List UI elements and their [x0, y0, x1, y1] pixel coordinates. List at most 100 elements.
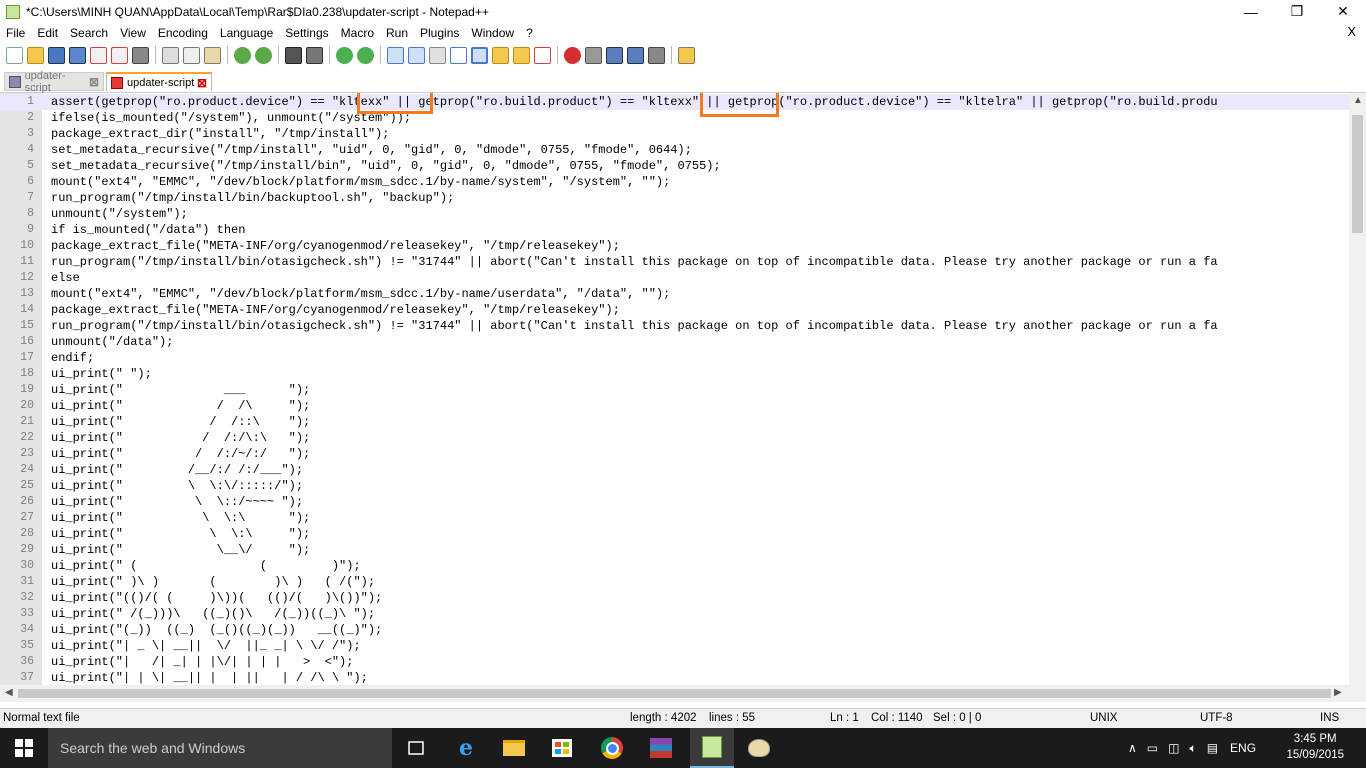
- clock[interactable]: 3:45 PM 15/09/2015: [1286, 731, 1344, 763]
- chrome-icon[interactable]: [598, 734, 626, 762]
- code-line[interactable]: 24 ui_print(" /__/:/ /:/___");: [0, 462, 1350, 478]
- code-line[interactable]: 27 ui_print(" \ \:\ ");: [0, 510, 1350, 526]
- menu-encoding[interactable]: Encoding: [152, 26, 214, 40]
- stop-macro-icon[interactable]: [585, 46, 602, 64]
- print-icon[interactable]: [132, 46, 149, 64]
- network-icon[interactable]: ◫: [1168, 741, 1179, 755]
- code-line[interactable]: 10 package_extract_file("META-INF/org/cya…: [0, 238, 1350, 254]
- code-line[interactable]: 3 package_extract_dir("install", "/tmp/in…: [0, 126, 1350, 142]
- code-line[interactable]: 23 ui_print(" / /:/~/:/ ");: [0, 446, 1350, 462]
- zoom-out-icon[interactable]: [357, 46, 374, 64]
- file-explorer-icon[interactable]: [500, 734, 528, 762]
- indent-guide-icon[interactable]: [471, 46, 488, 64]
- volume-icon[interactable]: 🔈︎: [1189, 741, 1196, 756]
- scroll-up-icon[interactable]: ▲: [1353, 95, 1363, 106]
- code-line[interactable]: 8 unmount("/system");: [0, 206, 1350, 222]
- save-icon[interactable]: [48, 46, 65, 64]
- code-line[interactable]: 15 run_program("/tmp/install/bin/otasigch…: [0, 318, 1350, 334]
- horizontal-scrollbar[interactable]: ◀ ▶: [0, 685, 1366, 702]
- folder-as-workspace-icon[interactable]: [534, 46, 551, 64]
- word-wrap-icon[interactable]: [429, 46, 446, 64]
- menu-search[interactable]: Search: [64, 26, 114, 40]
- function-list-icon[interactable]: [513, 46, 530, 64]
- code-line[interactable]: 22 ui_print(" / /:/\:\ ");: [0, 430, 1350, 446]
- code-line[interactable]: 13 mount("ext4", "EMMC", "/dev/block/plat…: [0, 286, 1350, 302]
- code-line[interactable]: 33 ui_print(" /(_)))\ ((_)()\ /(_))((_)\ …: [0, 606, 1350, 622]
- new-file-icon[interactable]: [6, 46, 23, 64]
- menu-edit[interactable]: Edit: [31, 26, 64, 40]
- code-line[interactable]: 30 ui_print(" ( ( )");: [0, 558, 1350, 574]
- chevron-up-icon[interactable]: ∧: [1128, 741, 1137, 755]
- close-button[interactable]: ✕: [1320, 0, 1366, 23]
- close-all-icon[interactable]: [111, 46, 128, 64]
- record-macro-icon[interactable]: [564, 46, 581, 64]
- vertical-scroll-thumb[interactable]: [1352, 115, 1363, 233]
- task-view-icon[interactable]: [402, 734, 430, 762]
- code-line[interactable]: 12 else: [0, 270, 1350, 286]
- copy-icon[interactable]: [183, 46, 200, 64]
- code-line[interactable]: 5 set_metadata_recursive("/tmp/install/bi…: [0, 158, 1350, 174]
- run-macro-multiple-icon[interactable]: [627, 46, 644, 64]
- code-line[interactable]: 11 run_program("/tmp/install/bin/otasigch…: [0, 254, 1350, 270]
- battery-icon[interactable]: ▭: [1147, 741, 1158, 755]
- zoom-in-icon[interactable]: [336, 46, 353, 64]
- code-line[interactable]: 21 ui_print(" / /::\ ");: [0, 414, 1350, 430]
- code-line[interactable]: 36 ui_print("| /| _| | |\/| | | | > <");: [0, 654, 1350, 670]
- start-button[interactable]: [0, 728, 48, 768]
- code-line[interactable]: 14 package_extract_file("META-INF/org/cya…: [0, 302, 1350, 318]
- sync-horizontal-icon[interactable]: [408, 46, 425, 64]
- winrar-icon[interactable]: [647, 734, 675, 762]
- menu-plugins[interactable]: Plugins: [414, 26, 465, 40]
- code-line[interactable]: 19 ui_print(" ___ ");: [0, 382, 1350, 398]
- minimize-button[interactable]: —: [1228, 0, 1274, 23]
- menu-macro[interactable]: Macro: [335, 26, 380, 40]
- close-file-icon[interactable]: [90, 46, 107, 64]
- code-line[interactable]: 17 endif;: [0, 350, 1350, 366]
- scroll-right-icon[interactable]: ▶: [1334, 687, 1342, 698]
- plugin-icon[interactable]: [678, 46, 695, 64]
- code-line[interactable]: 16 unmount("/data");: [0, 334, 1350, 350]
- redo-icon[interactable]: [255, 46, 272, 64]
- notepadpp-taskbar-icon[interactable]: [690, 728, 734, 768]
- undo-icon[interactable]: [234, 46, 251, 64]
- code-line[interactable]: 1 assert(getprop("ro.product.device") == …: [0, 94, 1350, 110]
- scroll-left-icon[interactable]: ◀: [5, 687, 13, 698]
- menu-language[interactable]: Language: [214, 26, 279, 40]
- tab-updater-script-1[interactable]: updater-script ⊠: [4, 70, 104, 94]
- tab-updater-script-2[interactable]: updater-script ⊠: [106, 72, 212, 91]
- menu-window[interactable]: Window: [465, 26, 520, 40]
- language-indicator[interactable]: ENG: [1230, 741, 1256, 755]
- code-line[interactable]: 37 ui_print("| | \| __|| | | || | / /\ \ …: [0, 670, 1350, 685]
- tab-close-icon[interactable]: ⊠: [89, 75, 99, 89]
- vertical-scrollbar[interactable]: ▲: [1349, 93, 1366, 685]
- code-line[interactable]: 34 ui_print("(_)) ((_) (_()((_)(_)) __((_…: [0, 622, 1350, 638]
- sync-vertical-icon[interactable]: [387, 46, 404, 64]
- paint-icon[interactable]: [745, 734, 773, 762]
- code-line[interactable]: 6 mount("ext4", "EMMC", "/dev/block/platf…: [0, 174, 1350, 190]
- close-document-button[interactable]: X: [1347, 24, 1356, 39]
- tab-close-icon[interactable]: ⊠: [197, 76, 207, 90]
- replace-icon[interactable]: [306, 46, 323, 64]
- find-icon[interactable]: [285, 46, 302, 64]
- doc-map-icon[interactable]: [492, 46, 509, 64]
- restore-button[interactable]: ❐: [1274, 0, 1320, 23]
- code-line[interactable]: 2 ifelse(is_mounted("/system"), unmount("…: [0, 110, 1350, 126]
- menu-help[interactable]: ?: [520, 26, 539, 40]
- save-all-icon[interactable]: [69, 46, 86, 64]
- menu-run[interactable]: Run: [380, 26, 414, 40]
- show-all-chars-icon[interactable]: [450, 46, 467, 64]
- code-line[interactable]: 26 ui_print(" \ \::/~~~~ ");: [0, 494, 1350, 510]
- paste-icon[interactable]: [204, 46, 221, 64]
- play-macro-icon[interactable]: [606, 46, 623, 64]
- horizontal-scroll-thumb[interactable]: [18, 689, 1331, 698]
- save-macro-icon[interactable]: [648, 46, 665, 64]
- menu-view[interactable]: View: [114, 26, 152, 40]
- code-line[interactable]: 28 ui_print(" \ \:\ ");: [0, 526, 1350, 542]
- code-line[interactable]: 29 ui_print(" \__\/ ");: [0, 542, 1350, 558]
- edge-icon[interactable]: e: [452, 734, 480, 762]
- code-line[interactable]: 31 ui_print(" )\ ) ( )\ ) ( /(");: [0, 574, 1350, 590]
- code-line[interactable]: 32 ui_print("(()/( ( )\))( (()/( )\())");: [0, 590, 1350, 606]
- code-line[interactable]: 18 ui_print(" ");: [0, 366, 1350, 382]
- code-line[interactable]: 35 ui_print("| _ \| __|| \/ ||_ _| \ \/ /…: [0, 638, 1350, 654]
- menu-file[interactable]: File: [0, 26, 31, 40]
